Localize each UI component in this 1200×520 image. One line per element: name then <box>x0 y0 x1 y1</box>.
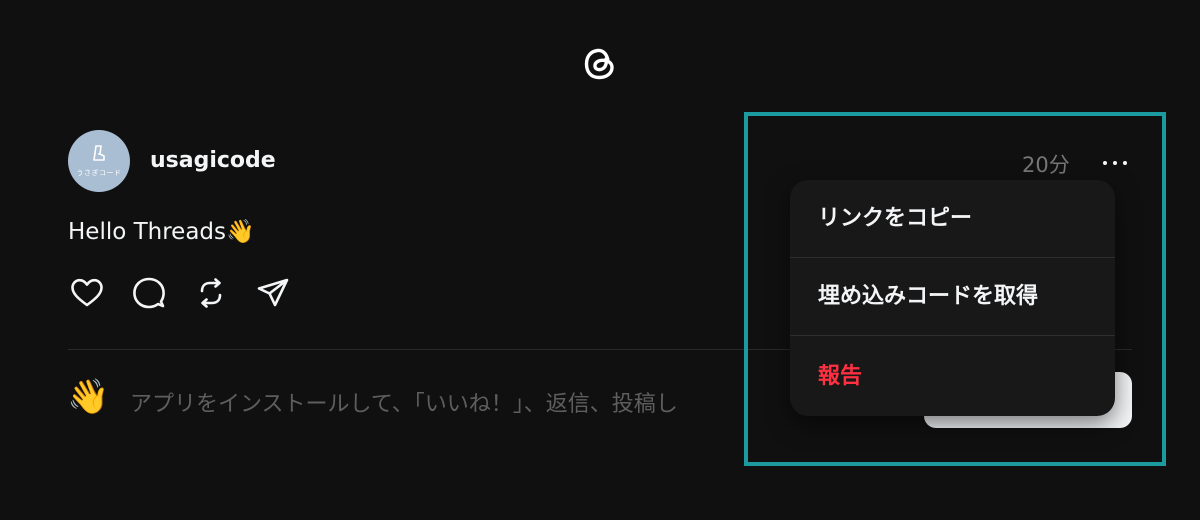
threads-logo-icon[interactable] <box>578 42 622 86</box>
menu-item-copy-link[interactable]: リンクをコピー <box>790 180 1115 258</box>
post-text: Hello Threads👋 <box>68 219 255 245</box>
share-icon[interactable] <box>254 274 292 312</box>
threads-post-page: うさぎコード usagicode 20分 Hello Threads👋 👋 アプ… <box>0 0 1200 520</box>
rabbit-icon <box>93 145 105 161</box>
avatar[interactable]: うさぎコード <box>68 130 130 192</box>
more-options-button[interactable] <box>1098 146 1132 178</box>
post-options-menu: リンクをコピー 埋め込みコードを取得 報告 <box>790 180 1115 416</box>
comment-icon[interactable] <box>130 274 168 312</box>
dot <box>1103 161 1107 165</box>
post-timestamp: 20分 <box>1022 153 1070 177</box>
username[interactable]: usagicode <box>150 148 276 173</box>
install-app-prompt: アプリをインストールして、「いいね！」、返信、投稿し <box>130 392 678 417</box>
avatar-caption: うさぎコード <box>76 169 122 177</box>
dot <box>1123 161 1127 165</box>
menu-item-report[interactable]: 報告 <box>790 338 1115 416</box>
heart-icon[interactable] <box>68 274 106 312</box>
menu-item-get-embed-code[interactable]: 埋め込みコードを取得 <box>790 258 1115 336</box>
waving-hand-icon: 👋 <box>67 377 110 417</box>
dot <box>1113 161 1117 165</box>
repost-icon[interactable] <box>192 274 230 312</box>
